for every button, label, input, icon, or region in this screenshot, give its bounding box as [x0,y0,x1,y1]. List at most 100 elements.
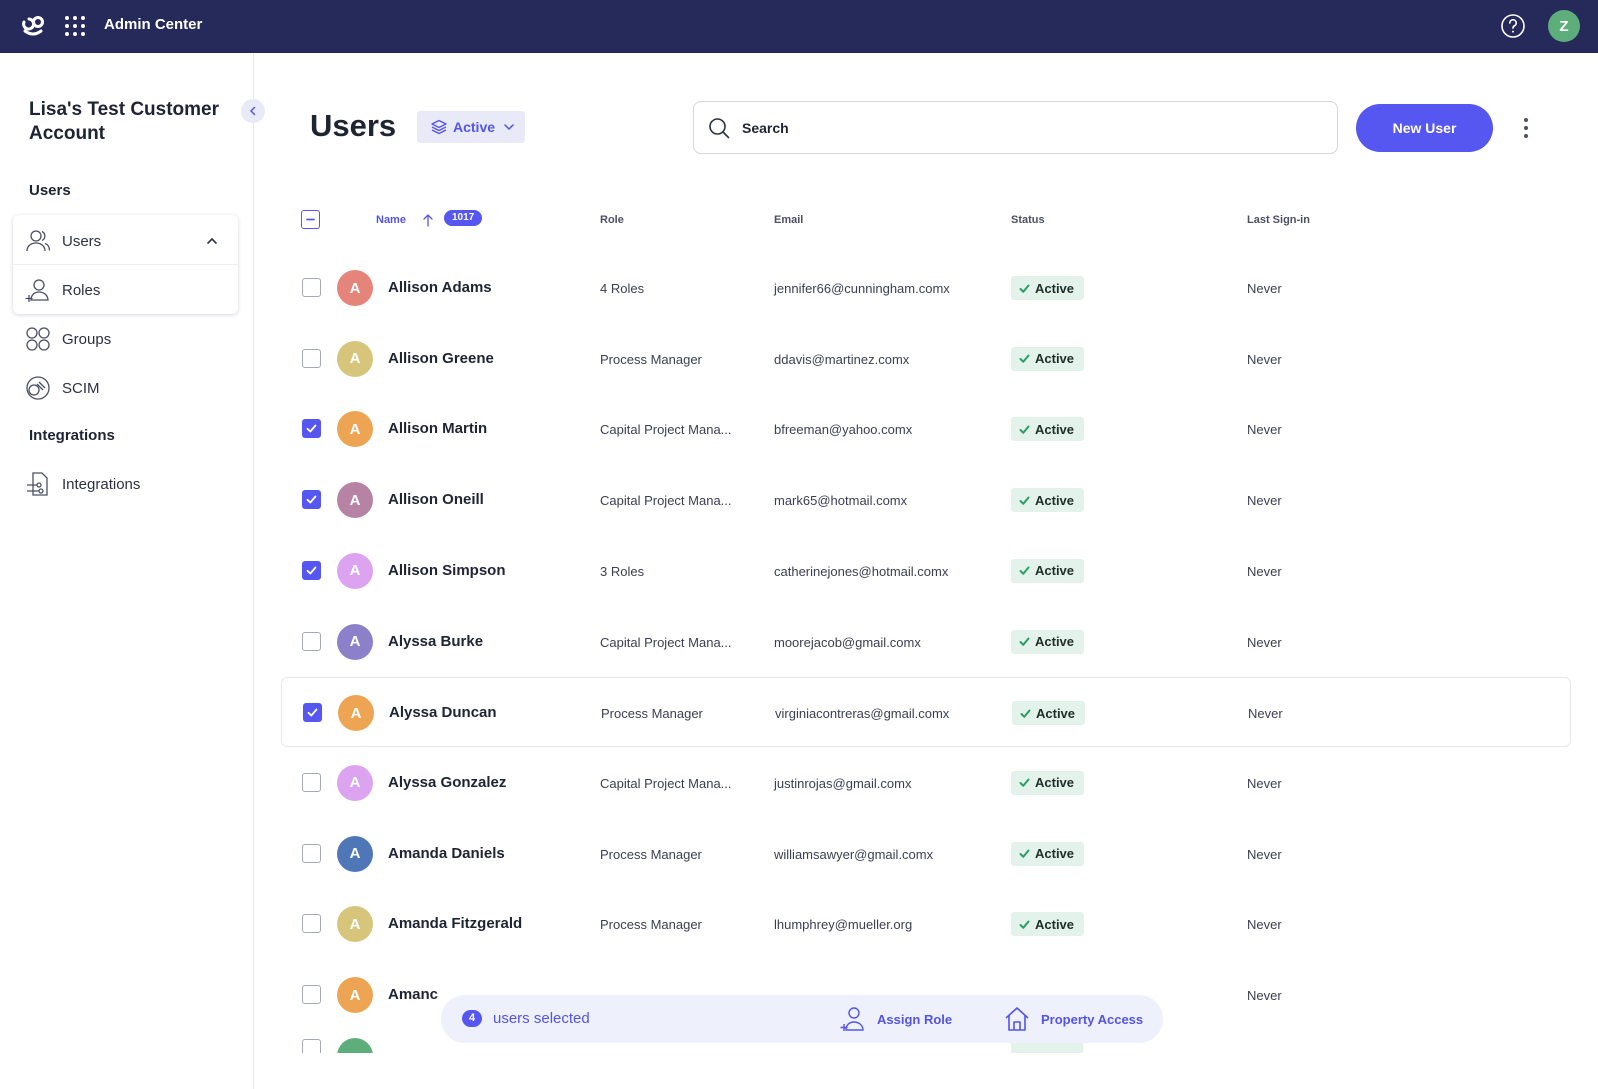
user-name[interactable]: Allison Oneill [388,491,484,508]
check-icon [1019,920,1030,929]
user-count-badge: 1017 [444,210,483,226]
sidebar-item-label: Integrations [62,475,141,493]
user-name[interactable]: Alyssa Gonzalez [388,774,506,791]
table-row[interactable]: A Amanda Daniels Process Manager william… [281,819,1571,889]
app-launcher-icon[interactable] [64,15,86,37]
layers-icon [431,119,447,135]
sidebar-item-label: SCIM [62,379,100,397]
row-checkbox[interactable] [302,985,321,1004]
row-checkbox[interactable] [302,843,321,863]
check-icon [1020,709,1031,718]
user-name[interactable]: Alyssa Duncan [389,704,497,721]
property-access-button[interactable]: Property Access [1003,1003,1143,1035]
status-badge: Active [1011,276,1085,300]
status-text: Active [1036,705,1076,721]
user-avatar: A [337,623,373,660]
table-row[interactable]: A Allison Oneill Capital Project Mana...… [281,465,1571,535]
row-checkbox[interactable] [302,490,321,510]
status-text: Active [1035,492,1075,508]
user-name[interactable]: Allison Greene [388,350,494,367]
row-checkbox[interactable] [302,631,321,651]
table-row[interactable]: A Allison Greene Process Manager ddavis@… [281,324,1571,394]
check-icon [306,424,317,433]
sidebar-item-roles[interactable]: Roles [13,266,238,314]
new-user-button[interactable]: New User [1356,104,1493,152]
row-checkbox[interactable] [302,560,321,580]
user-name[interactable]: Allison Simpson [388,562,506,579]
status-text: Active [1035,421,1075,437]
status-column-header[interactable]: Status [1011,214,1045,226]
sidebar-item-scim[interactable]: SCIM [13,364,238,412]
check-icon [306,495,317,504]
assign-role-button[interactable]: Assign Role [839,1003,952,1035]
bulk-action-bar: 4 users selected Assign Role Property Ac… [441,995,1163,1043]
last-signin: Never [1247,493,1282,509]
table-row[interactable]: A Alyssa Gonzalez Capital Project Mana..… [281,748,1571,818]
roles-icon [25,279,49,302]
user-avatar: A [337,906,373,943]
user-role: 4 Roles [600,281,645,296]
sidebar-item-users[interactable]: Users [13,217,238,265]
sidebar-item-label: Users [62,232,102,250]
table-row[interactable]: A Amanda Fitzgerald Process Manager lhum… [281,889,1571,959]
last-signin: Never [1247,281,1282,296]
user-role: Process Manager [600,846,702,862]
table-row[interactable]: A Allison Simpson 3 Roles catherinejones… [281,536,1571,606]
user-email: justinrojas@gmail.comx [774,775,912,791]
email-column-header[interactable]: Email [774,214,803,226]
user-name[interactable]: Amanc [388,986,438,1003]
sort-ascending-icon[interactable] [422,213,434,227]
table-row[interactable]: A Alyssa Burke Capital Project Mana... m… [281,607,1571,677]
table-row[interactable]: A Alyssa Duncan Process Manager virginia… [281,677,1571,748]
sidebar-item-integrations[interactable]: Integrations [13,460,238,508]
account-name: Lisa's Test Customer Account [29,99,219,144]
page-title: Users [310,108,397,143]
sidebar: Lisa's Test Customer Account Users Users… [0,53,254,1089]
user-avatar[interactable]: Z [1548,10,1580,42]
search-input[interactable] [742,117,1302,139]
sidebar-item-groups[interactable]: Groups [13,315,238,363]
chevron-up-icon[interactable] [205,234,219,248]
row-checkbox[interactable] [302,914,321,934]
user-name[interactable]: Amanda Fitzgerald [388,915,522,932]
table-row[interactable]: A Allison Adams 4 Roles jennifer66@cunni… [281,253,1571,323]
select-all-checkbox[interactable] [301,210,320,229]
status-filter-dropdown[interactable]: Active [417,111,525,143]
user-name[interactable]: Allison Adams [388,279,492,296]
sidebar-item-label: Groups [62,330,112,348]
collapse-sidebar-button[interactable] [241,99,265,123]
last-signin: Never [1247,634,1282,650]
assign-role-label: Assign Role [877,1011,953,1027]
table-row[interactable]: A Allison Martin Capital Project Mana...… [281,394,1571,464]
check-icon [1019,778,1030,788]
app-logo-icon[interactable] [20,13,46,39]
user-role: Capital Project Mana... [600,634,732,650]
selected-count-text: users selected [493,1010,590,1027]
groups-icon [26,327,50,351]
more-options-icon[interactable] [1516,116,1536,140]
row-checkbox[interactable] [302,278,321,297]
row-checkbox[interactable] [302,1038,321,1053]
check-icon [1019,354,1030,363]
user-name[interactable]: Alyssa Burke [388,633,483,650]
user-email: lhumphrey@mueller.org [774,917,913,933]
check-icon [307,708,318,717]
last-signin: Never [1248,706,1283,722]
user-name[interactable]: Allison Martin [388,420,487,437]
home-icon [1005,1007,1029,1031]
status-text: Active [1035,846,1075,862]
help-icon[interactable] [1500,13,1526,39]
user-avatar: A [337,411,373,448]
name-column-header[interactable]: Name [376,214,406,226]
status-badge: Active [1011,629,1085,654]
role-column-header[interactable]: Role [600,214,624,226]
row-checkbox[interactable] [302,419,321,439]
row-checkbox[interactable] [303,703,322,723]
user-name[interactable]: Amanda Daniels [388,845,505,862]
user-avatar: A [337,977,373,1013]
row-checkbox[interactable] [302,348,321,368]
row-checkbox[interactable] [302,772,321,792]
last-signin-column-header[interactable]: Last Sign-in [1247,214,1310,226]
status-text: Active [1035,351,1075,367]
user-role: Process Manager [600,351,702,367]
